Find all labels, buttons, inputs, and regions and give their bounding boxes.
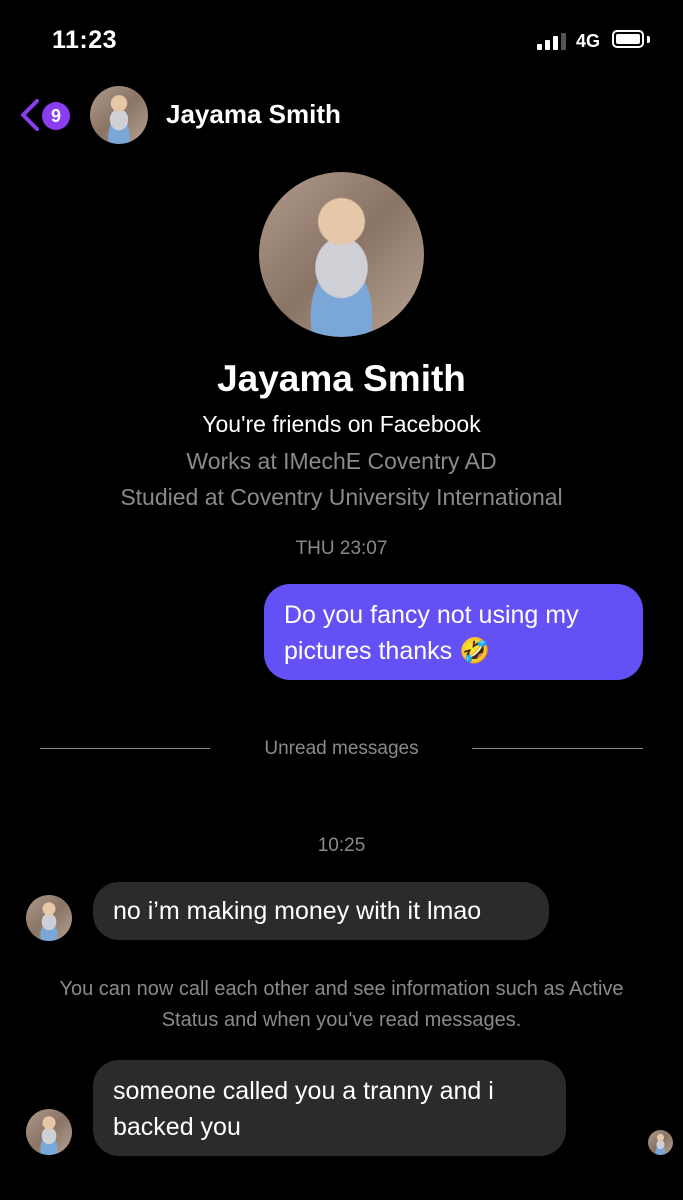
signal-icon	[537, 33, 569, 50]
outgoing-message[interactable]: Do you fancy not using my pictures thank…	[264, 584, 643, 680]
sender-avatar[interactable]	[26, 1109, 72, 1155]
divider-right	[472, 748, 643, 749]
status-time: 11:23	[52, 26, 118, 54]
header-avatar[interactable]	[90, 86, 148, 144]
incoming-message[interactable]: no i’m making money with it lmao	[93, 882, 549, 940]
timestamp: THU 23:07	[295, 538, 388, 559]
network-type: 4G	[576, 31, 601, 51]
friends-status: You're friends on Facebook	[202, 411, 481, 437]
unread-count-badge[interactable]: 9	[42, 102, 70, 130]
profile-studied: Studied at Coventry University Internati…	[120, 484, 563, 510]
incoming-message[interactable]: someone called you a tranny and i backed…	[93, 1060, 566, 1156]
system-notice: You can now call each other and see info…	[59, 978, 624, 1031]
timestamp: 10:25	[317, 835, 366, 856]
profile-works: Works at IMechE Coventry AD	[186, 448, 497, 474]
battery-cap	[647, 36, 650, 43]
profile-avatar[interactable]	[259, 172, 424, 337]
header-contact-name[interactable]: Jayama Smith	[166, 99, 341, 130]
unread-divider-label: Unread messages	[264, 738, 419, 759]
back-chevron-icon[interactable]	[18, 97, 42, 133]
battery-icon	[612, 30, 644, 48]
sender-avatar[interactable]	[26, 895, 72, 941]
profile-name: Jayama Smith	[217, 358, 466, 399]
read-receipt-avatar	[648, 1130, 673, 1155]
